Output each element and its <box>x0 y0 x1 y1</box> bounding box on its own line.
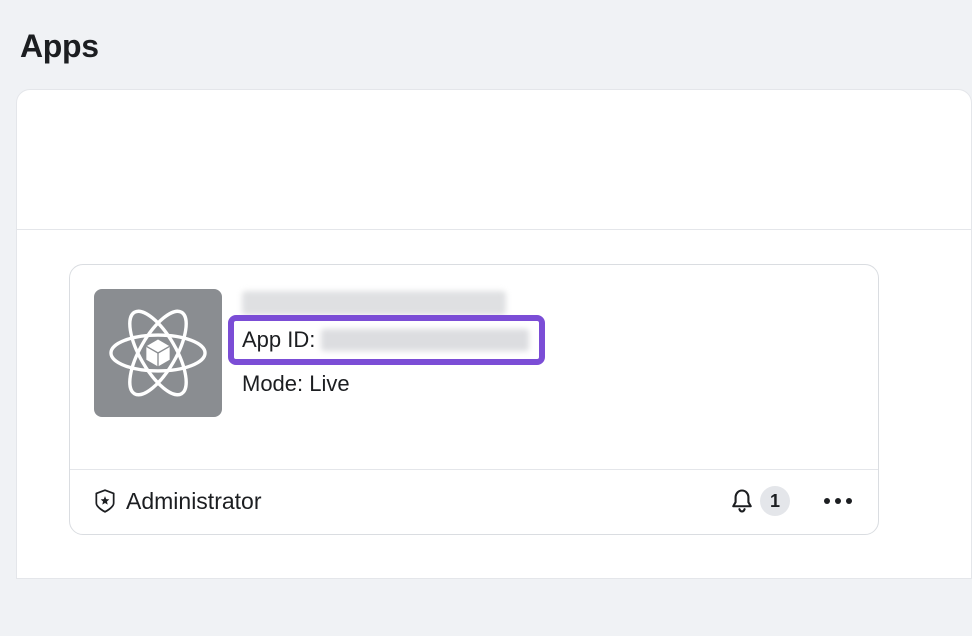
role-section: Administrator <box>92 488 261 515</box>
app-card-footer: Administrator 1 <box>70 469 878 534</box>
shield-star-icon <box>92 488 118 514</box>
panel-top-area <box>17 90 971 230</box>
app-card[interactable]: App ID: Mode: Live Administrator <box>69 264 879 535</box>
app-id-line: App ID: <box>242 327 529 353</box>
app-info: App ID: Mode: Live <box>242 289 559 417</box>
app-icon <box>94 289 222 417</box>
bell-icon <box>728 487 756 515</box>
page-title: Apps <box>20 28 972 65</box>
app-id-redacted <box>321 329 529 351</box>
page-header: Apps <box>0 0 972 89</box>
dot-icon <box>835 498 841 504</box>
actions-section: 1 <box>728 486 856 516</box>
app-title-redacted <box>242 291 506 315</box>
role-label: Administrator <box>126 488 261 515</box>
dot-icon <box>824 498 830 504</box>
more-menu-button[interactable] <box>820 494 856 508</box>
dot-icon <box>846 498 852 504</box>
atom-icon <box>102 297 214 409</box>
notification-button[interactable]: 1 <box>728 486 790 516</box>
notification-count: 1 <box>760 486 790 516</box>
content-panel: App ID: Mode: Live Administrator <box>16 89 972 579</box>
app-mode: Mode: Live <box>242 371 559 397</box>
app-card-body: App ID: Mode: Live <box>70 265 878 469</box>
app-id-highlight: App ID: <box>228 315 545 365</box>
app-id-label: App ID: <box>242 327 315 353</box>
